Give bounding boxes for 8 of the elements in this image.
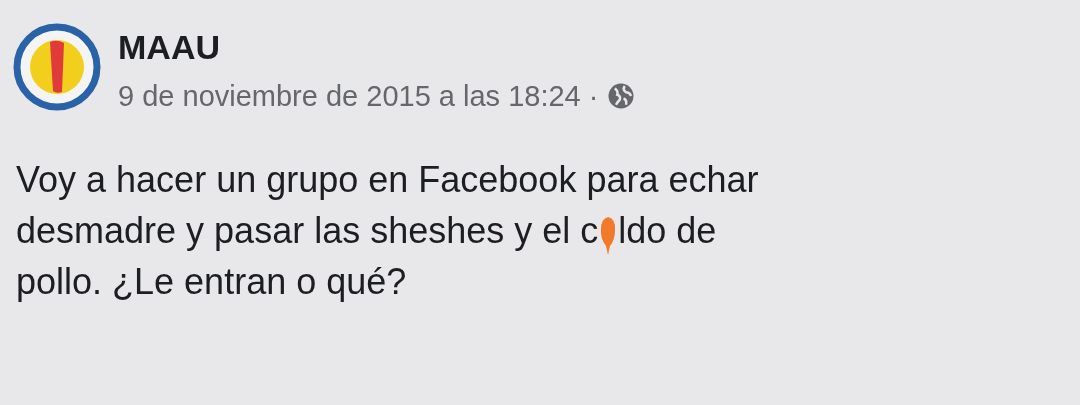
post-text: pollo. ¿Le entran o qué? bbox=[16, 260, 407, 304]
separator-dot: · bbox=[588, 79, 599, 114]
post-text: Voy a hacer un grupo en Facebook para echar bbox=[16, 158, 759, 202]
avatar-icon[interactable] bbox=[12, 22, 102, 112]
post-text: desmadre y pasar las sheshes y el c bbox=[16, 209, 599, 253]
post-timestamp[interactable]: 9 de noviembre de 2015 a las 18:24 bbox=[118, 78, 581, 114]
post-text: ldo de bbox=[618, 209, 717, 253]
author-name[interactable]: MAAU bbox=[118, 26, 637, 68]
